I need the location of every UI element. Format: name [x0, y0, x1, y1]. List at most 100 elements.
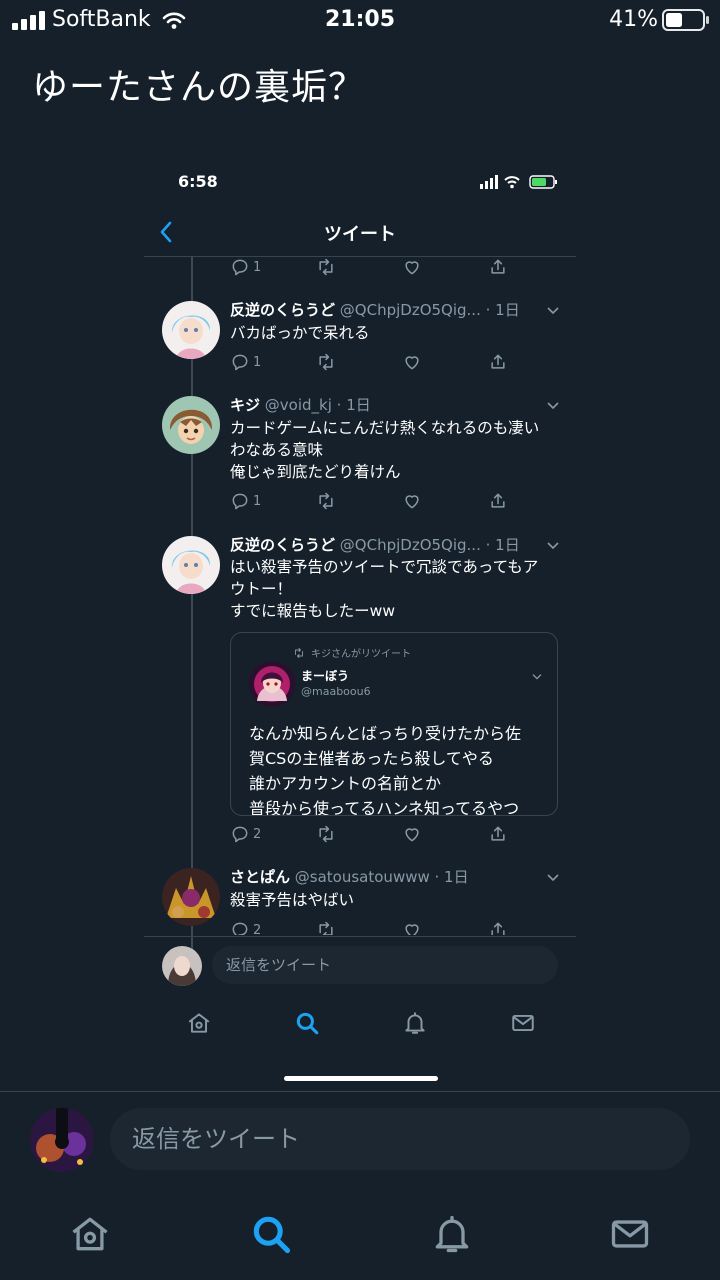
like-button[interactable]	[402, 823, 422, 845]
share-icon	[488, 257, 508, 277]
tweet-header: キジ @void_kj · 1日	[230, 395, 371, 415]
like-button[interactable]	[402, 256, 422, 278]
reply-count: 1	[253, 259, 262, 275]
handle-and-time: @QChpjDzO5Qig... · 1日	[339, 536, 520, 554]
home-icon[interactable]	[68, 1212, 112, 1256]
share-button[interactable]	[488, 490, 508, 512]
like-button[interactable]	[402, 351, 422, 373]
avatar[interactable]	[162, 536, 220, 594]
status-bar: SoftBank 21:05 41%	[0, 0, 720, 40]
search-icon[interactable]	[294, 1010, 320, 1036]
reply-button[interactable]: 2	[230, 919, 261, 935]
mail-icon[interactable]	[510, 1010, 536, 1036]
divider	[0, 1091, 720, 1092]
retweet-button[interactable]	[316, 919, 336, 935]
tweet-text: 殺害予告はやばい	[230, 889, 560, 911]
retweet-button[interactable]	[316, 256, 336, 278]
display-name[interactable]: 反逆のくらうど	[230, 536, 335, 554]
bell-icon[interactable]	[430, 1212, 474, 1256]
display-name[interactable]: キジ	[230, 396, 260, 414]
reply-icon	[230, 920, 250, 935]
share-button[interactable]	[488, 351, 508, 373]
retweeted-by: キジさんがリツイート	[293, 645, 411, 660]
reply-input[interactable]: 返信をツイート	[212, 946, 558, 984]
my-avatar[interactable]	[30, 1108, 94, 1172]
quoted-line: 誰かアカウントの名前とか	[249, 774, 442, 793]
reply-icon	[230, 491, 250, 511]
tweet-actions: 1	[230, 490, 520, 512]
heart-icon	[402, 257, 422, 277]
retweet-icon	[316, 352, 336, 372]
handle-and-time: @satousatouwww · 1日	[294, 868, 469, 886]
quoted-handle: @maaboou6	[301, 685, 371, 698]
reply-button[interactable]: 1	[230, 351, 261, 373]
reply-button[interactable]: 1	[230, 256, 261, 278]
quoted-text: なんか知らんとばっちり受けたから佐 賀CSの主催者あったら殺してやる 誰かアカウ…	[249, 721, 549, 816]
retweet-button[interactable]	[316, 823, 336, 845]
share-button[interactable]	[488, 919, 508, 935]
search-icon[interactable]	[249, 1212, 293, 1256]
bell-icon[interactable]	[402, 1010, 428, 1036]
quoted-display-name[interactable]: まーぼう	[301, 667, 349, 684]
tweet-header: 反逆のくらうど @QChpjDzO5Qig... · 1日	[230, 535, 520, 555]
reply-count: 2	[253, 922, 262, 936]
quoted-tweet[interactable]: キジさんがリツイート まーぼう @maaboou6 なんか知らんとばっちり受けた…	[230, 632, 558, 816]
retweet-icon	[316, 257, 336, 277]
mail-icon[interactable]	[608, 1212, 652, 1256]
chevron-down-icon[interactable]	[546, 401, 560, 411]
avatar[interactable]	[162, 868, 220, 926]
tweet-actions: 2	[230, 823, 520, 845]
reply-button[interactable]: 2	[230, 823, 261, 845]
heart-icon	[402, 491, 422, 511]
tweet-actions: 1	[230, 351, 520, 373]
share-icon	[488, 491, 508, 511]
quoted-line: 賀CSの主催者あったら殺してやる	[249, 749, 494, 768]
avatar[interactable]	[249, 661, 295, 707]
retweet-button[interactable]	[316, 351, 336, 373]
tweet-line: わなある意味	[230, 441, 324, 459]
share-button[interactable]	[488, 823, 508, 845]
reply-button[interactable]: 1	[230, 490, 261, 512]
share-icon	[488, 824, 508, 844]
tweet-line: はい殺害予告のツイートで冗談であってもア	[230, 558, 539, 576]
retweet-icon	[293, 647, 305, 659]
tweet-actions: 2	[230, 919, 520, 935]
chevron-down-icon[interactable]	[531, 673, 543, 681]
display-name[interactable]: さとぱん	[230, 868, 290, 886]
tweet-text: はい殺害予告のツイートで冗談であってもア ウトー！ すでに報告もしたーww	[230, 556, 560, 622]
screenshot-status-icons	[480, 175, 557, 189]
retweet-button[interactable]	[316, 490, 336, 512]
battery-percent: 41%	[609, 7, 658, 32]
screenshot-title: ツイート	[324, 224, 396, 245]
display-name[interactable]: 反逆のくらうど	[230, 301, 335, 319]
tweet-line: カードゲームにこんだけ熱くなれるのも凄い	[230, 419, 540, 437]
like-button[interactable]	[402, 490, 422, 512]
share-button[interactable]	[488, 256, 508, 278]
like-button[interactable]	[402, 919, 422, 935]
chevron-down-icon[interactable]	[546, 306, 560, 316]
tweet-text: カードゲームにこんだけ熱くなれるのも凄い わなある意味 俺じゃ到底たどり着けん	[230, 417, 560, 483]
chevron-down-icon[interactable]	[546, 873, 560, 883]
reply-input[interactable]: 返信をツイート	[110, 1108, 690, 1170]
my-avatar[interactable]	[162, 946, 202, 986]
quoted-line: なんか知らんとばっちり受けたから佐	[249, 724, 522, 743]
chevron-down-icon[interactable]	[546, 541, 560, 551]
post-text: ゆーたさんの裏垢？	[32, 67, 366, 108]
tweet-header: さとぱん @satousatouwww · 1日	[230, 867, 469, 887]
tweet-actions: 1	[230, 256, 520, 278]
home-indicator	[284, 1076, 438, 1081]
retweeted-by-label: キジさんがリツイート	[311, 649, 411, 660]
divider	[144, 936, 576, 937]
retweet-icon	[316, 920, 336, 935]
quoted-line: 普段から使ってるハンネ知ってるやつ	[249, 799, 520, 816]
avatar[interactable]	[162, 301, 220, 359]
battery-icon	[662, 9, 709, 31]
avatar[interactable]	[162, 396, 220, 454]
tweet-line: 殺害予告はやばい	[230, 891, 355, 909]
home-icon[interactable]	[186, 1010, 212, 1036]
tweet-header: 反逆のくらうど @QChpjDzO5Qig... · 1日	[230, 300, 520, 320]
share-icon	[488, 920, 508, 935]
embedded-screenshot[interactable]: 6:58 ツイート 1 反逆のくらうど @QChpjDzO5Qig... · 1…	[144, 152, 576, 1060]
reply-count: 1	[253, 354, 262, 370]
handle-and-time: @void_kj · 1日	[264, 396, 371, 414]
